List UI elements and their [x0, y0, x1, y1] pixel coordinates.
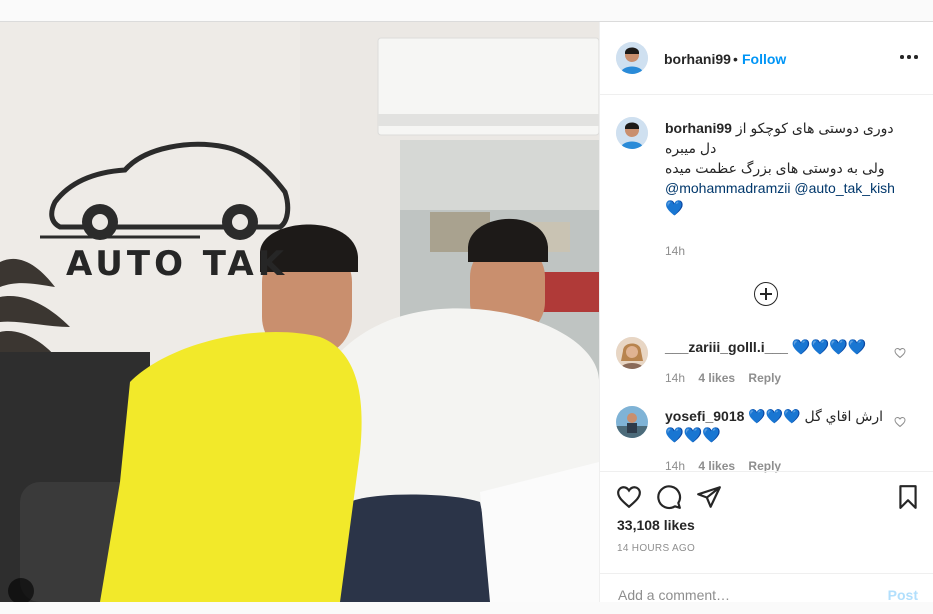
commenter-avatar[interactable]	[616, 337, 648, 369]
mention-link-1[interactable]: @mohammadramzii	[665, 180, 790, 196]
photo-illustration	[0, 22, 599, 602]
caption-timestamp[interactable]: 14h	[665, 244, 685, 258]
add-comment-bar: Post	[600, 573, 933, 614]
caption-line-2: دل میبره	[665, 140, 717, 156]
comment-likes[interactable]: 4 likes	[698, 371, 735, 385]
post-time-ago[interactable]: 14 HOURS AGO	[617, 543, 695, 554]
post-header: borhani99 • Follow	[600, 22, 933, 95]
photo-sign-text: AUTO TAK	[66, 244, 289, 284]
comments-section: borhani99 دوری دوستی های کوچکو از دل میبر…	[600, 95, 933, 473]
comment-like-heart-icon[interactable]	[894, 416, 906, 428]
caption-line-1: دوری دوستی های کوچکو از	[735, 120, 894, 136]
caption-avatar[interactable]	[616, 117, 648, 149]
caption-username[interactable]: borhani99	[665, 120, 732, 136]
reply-button[interactable]: Reply	[748, 371, 781, 385]
comment-text: ___zariii_golll.i___ 💙💙💙💙	[665, 338, 885, 357]
post-details-panel: borhani99 • Follow borhani99 دوری دوستی ه…	[599, 22, 933, 604]
commenter-username[interactable]: yosefi_9018	[665, 408, 744, 424]
comment-body: 💙💙💙💙	[791, 339, 867, 356]
author-username[interactable]: borhani99	[664, 51, 731, 67]
comment-text: yosefi_9018 ارش اقاي گل 💙💙💙 💙💙💙	[665, 407, 885, 445]
post-container: AUTO TAK borhani99 • Follow borhani99 دو…	[0, 21, 933, 604]
separator-dot: •	[733, 51, 738, 67]
comment-meta: 14h 4 likes Reply	[665, 371, 791, 385]
add-comment-input[interactable]	[616, 586, 870, 604]
commenter-avatar[interactable]	[616, 406, 648, 438]
commenter-username[interactable]: ___zariii_golll.i___	[665, 339, 788, 355]
post-actions: 33,108 likes 14 HOURS AGO Post	[600, 471, 933, 604]
more-options-icon[interactable]	[900, 46, 918, 66]
caption-line-3: ولی به دوستی های بزرگ عظمت میده	[665, 160, 885, 176]
follow-button[interactable]: Follow	[742, 51, 786, 67]
like-count[interactable]: 33,108 likes	[617, 517, 695, 533]
comment-like-heart-icon[interactable]	[894, 347, 906, 359]
comment-body-hearts: 💙💙💙	[665, 427, 722, 444]
caption-text: borhani99 دوری دوستی های کوچکو از دل میبر…	[665, 118, 905, 219]
save-bookmark-icon[interactable]	[895, 484, 921, 510]
author-avatar[interactable]	[616, 42, 648, 74]
comment-timestamp[interactable]: 14h	[665, 371, 685, 385]
mention-link-2[interactable]: @auto_tak_kish	[794, 180, 895, 196]
comment-body: ارش اقاي گل 💙💙💙	[748, 408, 884, 424]
post-photo[interactable]: AUTO TAK	[0, 22, 599, 602]
load-more-comments-icon[interactable]	[754, 282, 778, 306]
carousel-indicator	[8, 578, 34, 602]
share-plane-icon[interactable]	[696, 484, 722, 510]
blue-heart-emoji: 💙	[665, 200, 684, 217]
post-comment-button[interactable]: Post	[888, 587, 918, 603]
comment-bubble-icon[interactable]	[656, 484, 682, 510]
like-heart-icon[interactable]	[616, 484, 642, 510]
